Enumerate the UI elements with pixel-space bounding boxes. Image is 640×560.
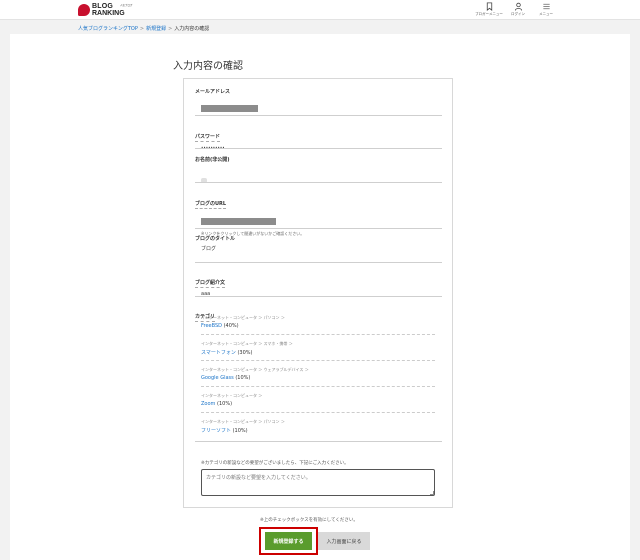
category-item: インターネット・コンピュータ ＞ パソコン ＞ FreeBSD (40%) bbox=[201, 315, 435, 329]
category-item: インターネット・コンピュータ ＞ ウェアラブルデバイス ＞ Google Gla… bbox=[201, 367, 435, 381]
category-divider bbox=[201, 386, 435, 387]
breadcrumb-separator: > bbox=[139, 26, 145, 32]
menu-label: メニュー bbox=[539, 12, 553, 16]
url-redacted-link[interactable] bbox=[201, 218, 276, 225]
category-name-link[interactable]: Zoom bbox=[201, 401, 215, 407]
logo-text-line1: BLOG bbox=[92, 3, 114, 10]
category-share: (10%) bbox=[217, 401, 233, 407]
breadcrumb: 人気ブログランキングTOP > 新規登録 > 入力内容の確認 bbox=[78, 25, 209, 32]
site-header: BLOG RANKING 人気ブログ ブロガーメニュー ログイン メニュー bbox=[0, 0, 640, 20]
category-path: インターネット・コンピュータ ＞ パソコン ＞ bbox=[201, 315, 285, 320]
menu-button[interactable]: メニュー bbox=[529, 2, 563, 18]
field-divider bbox=[195, 182, 442, 183]
resize-grip-icon[interactable] bbox=[430, 491, 434, 495]
password-field: パスワード •••••••••• bbox=[195, 123, 443, 150]
url-label: ブログのURL bbox=[195, 201, 227, 209]
blog-title-value: ブログ bbox=[201, 246, 217, 252]
category-name-link[interactable]: FreeBSD bbox=[201, 323, 222, 329]
blog-intro-label: ブログ紹介文 bbox=[195, 280, 226, 288]
back-to-input-button[interactable]: 入力画面に戻る bbox=[318, 532, 370, 550]
category-share: (40%) bbox=[223, 323, 239, 329]
breadcrumb-register-link[interactable]: 新規登録 bbox=[146, 26, 166, 32]
logo-text-line2: RANKING bbox=[92, 10, 125, 17]
checkbox-note: ※上のチェックボックスを有効にしてください。 bbox=[260, 518, 358, 523]
category-divider bbox=[201, 360, 435, 361]
category-share: (10%) bbox=[235, 375, 251, 381]
page-title: 入力内容の確認 bbox=[173, 61, 243, 72]
url-field: ブログのURL ※リンクをクリックして間違いがないかご確認ください。 bbox=[195, 190, 443, 237]
category-name-link[interactable]: フリーソフト bbox=[201, 428, 231, 434]
category-divider bbox=[201, 412, 435, 413]
field-divider bbox=[195, 441, 442, 442]
category-name-link[interactable]: スマートフォン bbox=[201, 350, 236, 356]
request-textarea-wrap bbox=[201, 469, 435, 496]
request-label: ※カテゴリの新設などの要望がございましたら、下記にご入力ください。 bbox=[201, 461, 349, 466]
field-divider bbox=[195, 115, 442, 116]
email-redacted-value bbox=[201, 105, 258, 112]
logo-small-text: 人気ブログ bbox=[120, 4, 133, 7]
category-name-link[interactable]: Google Glass bbox=[201, 375, 234, 381]
category-path: インターネット・コンピュータ ＞ スマホ・携帯 ＞ bbox=[201, 341, 293, 346]
register-submit-button[interactable]: 新規登録する bbox=[265, 532, 312, 550]
category-share: (10%) bbox=[232, 428, 248, 434]
blog-title-field: ブログのタイトル ブログ bbox=[195, 235, 443, 252]
category-item: インターネット・コンピュータ ＞ Zoom (10%) bbox=[201, 393, 435, 407]
logo-mark-icon bbox=[78, 4, 90, 16]
category-path: インターネット・コンピュータ ＞ パソコン ＞ bbox=[201, 419, 285, 424]
name-label: お名前(非公開) bbox=[195, 157, 230, 163]
category-path: インターネット・コンピュータ ＞ bbox=[201, 393, 263, 398]
hamburger-icon bbox=[542, 3, 550, 10]
field-divider bbox=[195, 148, 442, 149]
breadcrumb-separator: > bbox=[168, 26, 173, 32]
blog-title-label: ブログのタイトル bbox=[195, 236, 236, 242]
blog-intro-field: ブログ紹介文 aaa bbox=[195, 269, 443, 297]
user-icon bbox=[514, 2, 522, 11]
category-item: インターネット・コンピュータ ＞ パソコン ＞ フリーソフト (10%) bbox=[201, 419, 435, 434]
category-share: (30%) bbox=[237, 350, 253, 356]
category-divider bbox=[201, 334, 435, 335]
category-item: インターネット・コンピュータ ＞ スマホ・携帯 ＞ スマートフォン (30%) bbox=[201, 341, 435, 356]
request-textarea[interactable] bbox=[201, 469, 435, 496]
password-label: パスワード bbox=[195, 134, 221, 142]
site-logo[interactable]: BLOG RANKING 人気ブログ bbox=[78, 3, 138, 18]
email-label: メールアドレス bbox=[195, 89, 231, 95]
email-field: メールアドレス bbox=[195, 88, 443, 116]
breadcrumb-top-link[interactable]: 人気ブログランキングTOP bbox=[78, 26, 138, 32]
field-divider bbox=[195, 296, 442, 297]
category-path: インターネット・コンピュータ ＞ ウェアラブルデバイス ＞ bbox=[201, 367, 309, 372]
field-divider bbox=[195, 228, 442, 229]
breadcrumb-current: 入力内容の確認 bbox=[174, 26, 210, 32]
bookmark-icon bbox=[486, 2, 492, 11]
field-divider bbox=[195, 262, 442, 263]
